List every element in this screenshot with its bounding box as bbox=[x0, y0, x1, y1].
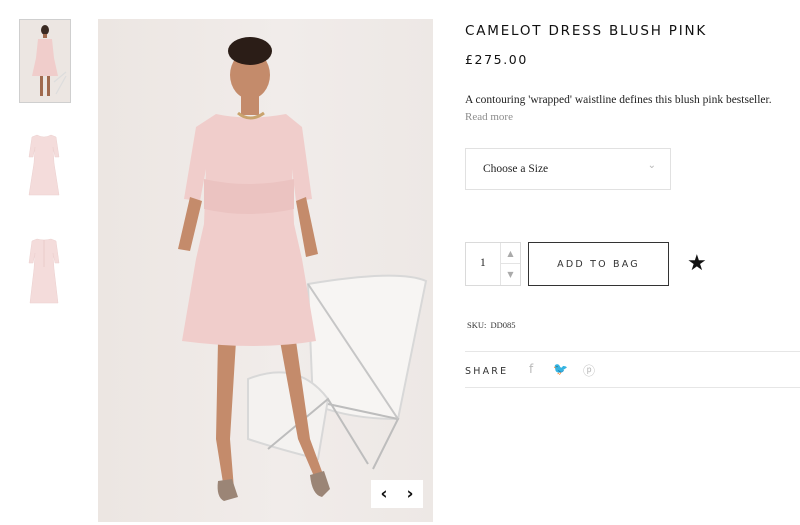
quantity-value[interactable]: 1 bbox=[480, 257, 486, 269]
main-product-image: ‹ › bbox=[98, 19, 433, 522]
thumbnail-dress-back[interactable] bbox=[19, 227, 71, 311]
sku-value: DD085 bbox=[490, 320, 516, 330]
read-more-link[interactable]: Read more bbox=[465, 111, 513, 123]
facebook-icon[interactable]: f bbox=[529, 362, 533, 376]
twitter-icon[interactable]: 🐦 bbox=[553, 362, 568, 376]
sku-line: SKU: DD085 bbox=[465, 320, 516, 330]
size-dropdown[interactable]: Choose a Size ⌄ bbox=[465, 148, 671, 190]
quantity-increase-icon[interactable]: ▲ bbox=[500, 243, 520, 264]
image-nav: ‹ › bbox=[371, 480, 423, 508]
add-to-bag-button[interactable]: ADD TO BAG bbox=[528, 242, 669, 286]
model-thumb-image bbox=[32, 25, 67, 96]
thumbnail-list bbox=[19, 19, 71, 331]
product-description: A contouring 'wrapped' waistline defines… bbox=[465, 94, 772, 106]
model-wearing-dress-image bbox=[178, 37, 428, 501]
divider bbox=[465, 351, 800, 352]
star-icon[interactable]: ★ bbox=[687, 251, 707, 276]
sku-label: SKU: bbox=[467, 320, 487, 330]
product-price: £275.00 bbox=[465, 52, 528, 67]
dress-back-thumb-image bbox=[28, 238, 60, 304]
product-title: CAMELOT DRESS BLUSH PINK bbox=[465, 23, 708, 39]
prev-image-icon[interactable]: ‹ bbox=[380, 485, 387, 503]
thumbnail-model-front[interactable] bbox=[19, 19, 71, 103]
chevron-down-icon: ⌄ bbox=[647, 160, 656, 171]
pinterest-icon[interactable]: ⓟ bbox=[583, 362, 595, 379]
thumbnail-dress-front[interactable] bbox=[19, 123, 71, 207]
size-dropdown-label: Choose a Size bbox=[483, 163, 549, 175]
share-label: SHARE bbox=[465, 366, 509, 377]
quantity-stepper[interactable]: 1 ▲ ▼ bbox=[465, 242, 521, 286]
divider bbox=[465, 387, 800, 388]
next-image-icon[interactable]: › bbox=[406, 485, 413, 503]
quantity-decrease-icon[interactable]: ▼ bbox=[500, 264, 520, 285]
dress-front-thumb-image bbox=[28, 134, 60, 196]
